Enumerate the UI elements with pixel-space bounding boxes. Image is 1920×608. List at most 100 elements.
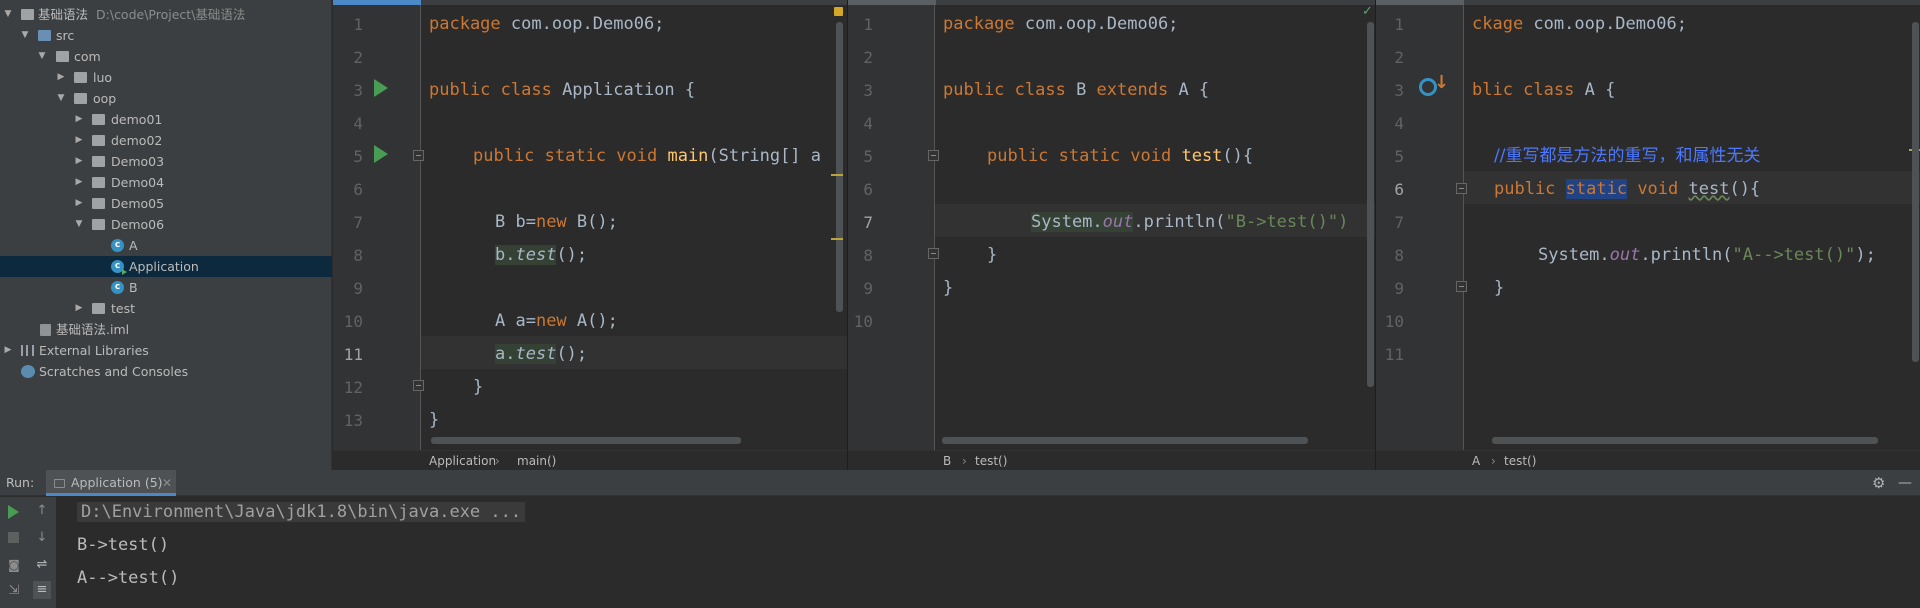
warning-marker-icon[interactable] bbox=[834, 7, 843, 16]
chevron-right-icon[interactable]: ▶ bbox=[74, 172, 84, 193]
vertical-scrollbar[interactable] bbox=[1912, 22, 1919, 362]
fold-icon[interactable] bbox=[928, 150, 939, 161]
tree-item-scratches[interactable]: Scratches and Consoles bbox=[0, 361, 332, 382]
breadcrumb-item[interactable]: B bbox=[943, 451, 951, 470]
chevron-right-icon[interactable]: ▶ bbox=[3, 340, 13, 361]
run-class-icon[interactable] bbox=[374, 79, 388, 97]
chevron-down-icon[interactable]: ▼ bbox=[37, 46, 47, 67]
arrow-down-icon[interactable]: ↓ bbox=[1434, 72, 1449, 93]
code-line: ckage com.oop.Demo06; bbox=[1472, 14, 1687, 34]
runnable-class-icon: c bbox=[111, 260, 127, 275]
chevron-down-icon[interactable]: ▼ bbox=[3, 4, 13, 25]
console-output-line: B->test() bbox=[77, 535, 170, 555]
tree-item-iml[interactable]: 基础语法.iml bbox=[0, 319, 332, 340]
line-number: 2 bbox=[1394, 48, 1404, 67]
check-icon[interactable]: ✓ bbox=[1362, 4, 1373, 19]
scroll-to-end-icon[interactable]: ≡ bbox=[33, 581, 51, 599]
chevron-right-icon[interactable]: ▶ bbox=[74, 151, 84, 172]
tree-item-root[interactable]: ▼ 基础语法 D:\code\Project\基础语法 bbox=[0, 4, 332, 25]
console-output-line: D:\Environment\Java\jdk1.8\bin\java.exe … bbox=[77, 497, 526, 527]
line-number: 7 bbox=[863, 213, 873, 232]
horizontal-scrollbar[interactable] bbox=[1492, 437, 1878, 444]
tree-item-demo02[interactable]: ▶ demo02 bbox=[0, 130, 332, 151]
line-number: 2 bbox=[863, 48, 873, 67]
code-line: blic class A { bbox=[1472, 80, 1616, 100]
tree-item-class-b[interactable]: c B bbox=[0, 277, 332, 298]
run-tab-label: Application (5) bbox=[71, 475, 163, 490]
tree-item-oop[interactable]: ▼ oop bbox=[0, 88, 332, 109]
module-folder-icon bbox=[21, 9, 34, 20]
breadcrumb: B › test() bbox=[848, 450, 1375, 470]
fold-icon[interactable] bbox=[1456, 281, 1467, 292]
chevron-right-icon[interactable]: ▶ bbox=[74, 298, 84, 319]
breadcrumb-item[interactable]: Application bbox=[429, 451, 496, 470]
minimize-icon[interactable]: — bbox=[1898, 470, 1912, 496]
horizontal-scrollbar[interactable] bbox=[431, 437, 741, 444]
arrow-up-icon[interactable]: ↑ bbox=[35, 504, 49, 518]
chevron-right-icon[interactable]: ▶ bbox=[56, 67, 66, 88]
chevron-right-icon[interactable]: ▶ bbox=[74, 130, 84, 151]
chevron-right-icon[interactable]: ▶ bbox=[74, 109, 84, 130]
tree-item-demo05[interactable]: ▶ Demo05 bbox=[0, 193, 332, 214]
tree-item-label: src bbox=[56, 28, 75, 43]
chevron-down-icon[interactable]: ▼ bbox=[56, 88, 66, 109]
chevron-right-icon[interactable]: ▶ bbox=[74, 193, 84, 214]
editor-b[interactable]: 1 2 3 4 5 6 7 8 9 10 package com.oop.Dem… bbox=[847, 0, 1375, 470]
chevron-down-icon[interactable]: ▼ bbox=[74, 214, 84, 235]
arrow-down-icon[interactable]: ↓ bbox=[35, 531, 49, 545]
class-icon: c bbox=[111, 239, 124, 252]
current-line-highlight bbox=[421, 336, 847, 369]
gear-icon[interactable]: ⚙ bbox=[1872, 470, 1885, 496]
fold-icon[interactable] bbox=[928, 248, 939, 259]
close-icon[interactable]: ✕ bbox=[162, 470, 172, 496]
tree-item-demo04[interactable]: ▶ Demo04 bbox=[0, 172, 332, 193]
tree-item-demo06[interactable]: ▼ Demo06 bbox=[0, 214, 332, 235]
vertical-scrollbar[interactable] bbox=[836, 22, 843, 312]
error-stripe-mark[interactable] bbox=[831, 174, 843, 176]
chevron-down-icon[interactable]: ▼ bbox=[20, 25, 30, 46]
line-number: 10 bbox=[1384, 312, 1404, 331]
tree-item-demo01[interactable]: ▶ demo01 bbox=[0, 109, 332, 130]
tree-item-class-a[interactable]: c A bbox=[0, 235, 332, 256]
package-icon bbox=[92, 156, 105, 167]
exit-icon[interactable]: ⇲ bbox=[7, 584, 21, 598]
run-toolbar: ↑ ↓ ◙ ⇌ ⇲ ≡ bbox=[0, 497, 56, 608]
breadcrumb: Application › main() bbox=[333, 450, 847, 470]
fold-icon[interactable] bbox=[413, 380, 424, 391]
line-number: 5 bbox=[353, 147, 363, 166]
class-icon: c bbox=[111, 281, 124, 294]
fold-icon[interactable] bbox=[1456, 183, 1467, 194]
tree-item-class-application[interactable]: c Application bbox=[0, 256, 332, 277]
breadcrumb-item[interactable]: test() bbox=[975, 451, 1007, 470]
rerun-icon[interactable] bbox=[8, 505, 19, 519]
tree-item-luo[interactable]: ▶ luo bbox=[0, 67, 332, 88]
breadcrumb-item[interactable]: A bbox=[1472, 451, 1480, 470]
line-number: 3 bbox=[863, 81, 873, 100]
run-method-icon[interactable] bbox=[374, 145, 388, 163]
camera-icon[interactable]: ◙ bbox=[7, 558, 21, 572]
error-stripe-mark[interactable] bbox=[831, 238, 843, 240]
stop-icon[interactable] bbox=[8, 532, 19, 543]
vertical-scrollbar[interactable] bbox=[1367, 22, 1374, 387]
tree-item-demo03[interactable]: ▶ Demo03 bbox=[0, 151, 332, 172]
soft-wrap-icon[interactable]: ⇌ bbox=[35, 558, 49, 572]
package-icon bbox=[74, 93, 87, 104]
editor-application[interactable]: 1 2 3 4 5 6 7 8 9 10 11 12 13 package co… bbox=[333, 0, 847, 470]
run-tab[interactable]: Application (5) ✕ bbox=[46, 470, 176, 496]
line-number: 2 bbox=[353, 48, 363, 67]
tree-item-src[interactable]: ▼ src bbox=[0, 25, 332, 46]
code-line: System.out.println("B->test()") bbox=[1031, 212, 1349, 232]
tree-item-com[interactable]: ▼ com bbox=[0, 46, 332, 67]
package-icon bbox=[92, 219, 105, 230]
breadcrumb: A › test() bbox=[1376, 450, 1920, 470]
horizontal-scrollbar[interactable] bbox=[942, 437, 1308, 444]
breadcrumb-item[interactable]: main() bbox=[517, 451, 556, 470]
editor-a[interactable]: 1 2 3 4 5 6 7 8 9 10 11 ↓ ckage com.oop.… bbox=[1375, 0, 1920, 470]
fold-icon[interactable] bbox=[413, 150, 424, 161]
tree-item-label: 基础语法.iml bbox=[56, 322, 130, 337]
line-number: 1 bbox=[1394, 15, 1404, 34]
tree-item-label: External Libraries bbox=[39, 343, 149, 358]
breadcrumb-item[interactable]: test() bbox=[1504, 451, 1536, 470]
tree-item-external-libraries[interactable]: ▶ External Libraries bbox=[0, 340, 332, 361]
tree-item-test[interactable]: ▶ test bbox=[0, 298, 332, 319]
